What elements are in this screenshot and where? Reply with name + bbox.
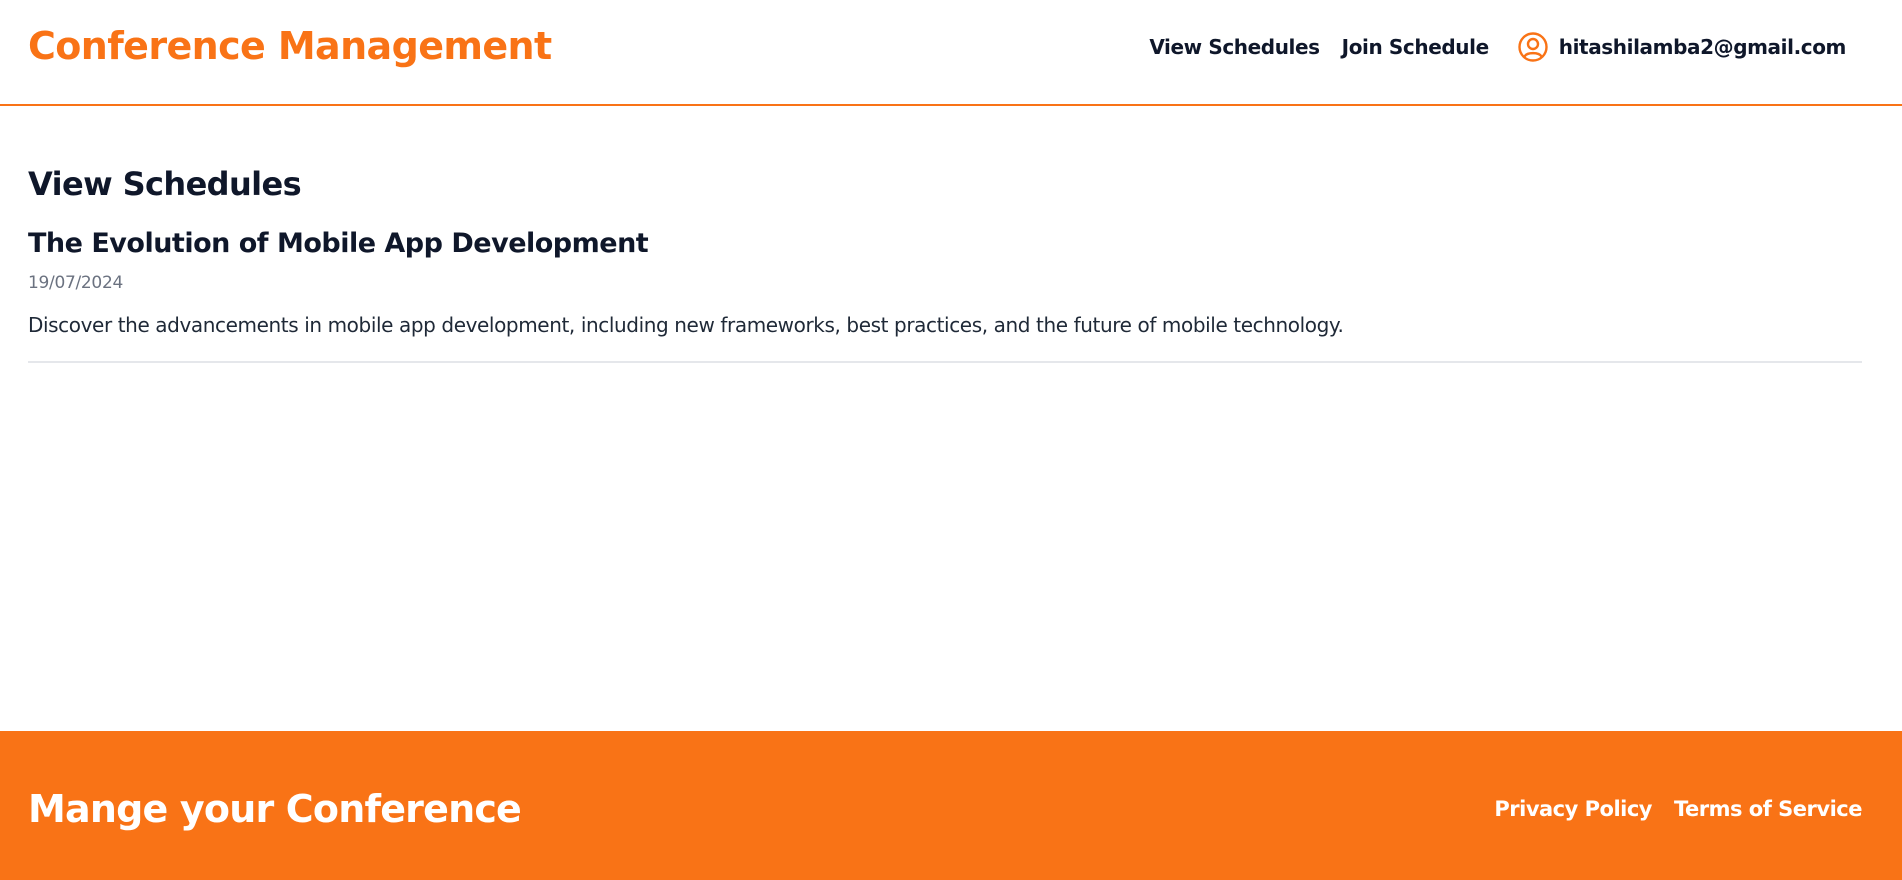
schedule-description: Discover the advancements in mobile app …	[28, 313, 1344, 337]
schedule-title: The Evolution of Mobile App Development	[28, 228, 649, 259]
top-header: Conference Management View Schedules Joi…	[0, 0, 1902, 106]
page: Conference Management View Schedules Joi…	[0, 0, 1902, 880]
nav-join-schedule-link[interactable]: Join Schedule	[1342, 35, 1489, 59]
user-email: hitashilamba2@gmail.com	[1558, 35, 1847, 59]
footer: Mange your Conference Privacy Policy Ter…	[0, 731, 1902, 880]
footer-links: Privacy Policy Terms of Service	[1494, 797, 1862, 821]
privacy-policy-link[interactable]: Privacy Policy	[1494, 797, 1652, 821]
top-nav: View Schedules Join Schedule hitashilamb…	[1149, 30, 1846, 64]
user-circle-icon	[1517, 31, 1549, 63]
schedule-date: 19/07/2024	[28, 273, 123, 293]
main-content: View Schedules The Evolution of Mobile A…	[28, 106, 1862, 363]
terms-of-service-link[interactable]: Terms of Service	[1674, 797, 1863, 821]
nav-view-schedules-link[interactable]: View Schedules	[1149, 35, 1320, 59]
footer-tagline: Mange your Conference	[28, 787, 522, 831]
brand-title[interactable]: Conference Management	[28, 24, 552, 68]
user-menu[interactable]: hitashilamba2@gmail.com	[1517, 31, 1846, 63]
page-title: View Schedules	[28, 165, 302, 203]
schedule-item: The Evolution of Mobile App Development …	[28, 226, 1862, 363]
